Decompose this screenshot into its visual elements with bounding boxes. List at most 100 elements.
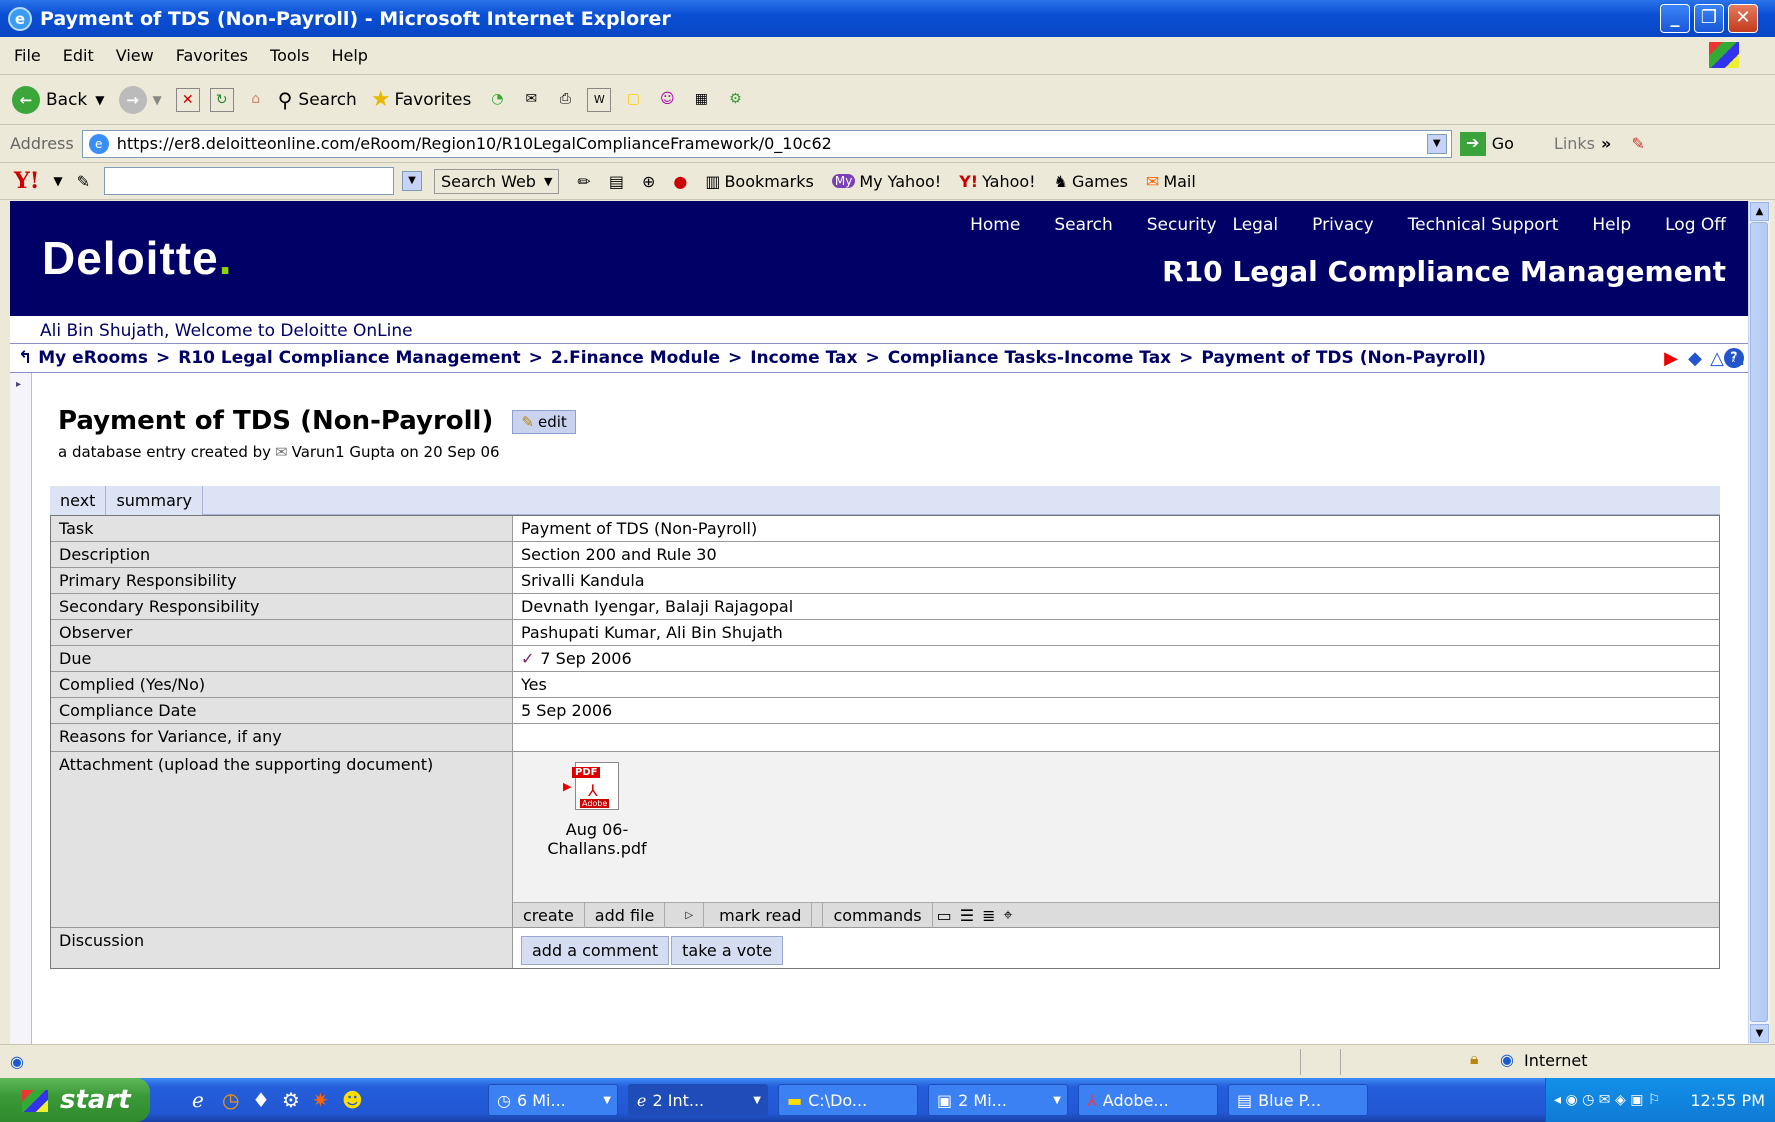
task-blue-p[interactable]: ▤ Blue P... — [1228, 1084, 1368, 1116]
maximize-button[interactable]: ❐ — [1694, 4, 1724, 33]
favorites-button[interactable]: ★ Favorites — [371, 87, 472, 112]
ie-quicklaunch-icon[interactable]: ℯ — [192, 1088, 204, 1112]
task-word[interactable]: ▣ 2 Mi... ▼ — [928, 1084, 1068, 1116]
expand-arrow-icon[interactable]: ▸ — [16, 379, 21, 390]
breadcrumb-room[interactable]: R10 Legal Compliance Management — [178, 348, 520, 368]
menu-edit[interactable]: Edit — [63, 46, 94, 65]
breadcrumb-my-erooms[interactable]: My eRooms — [38, 348, 148, 368]
menu-help[interactable]: Help — [331, 46, 367, 65]
file-name[interactable]: Aug 06- Challans.pdf — [547, 820, 647, 858]
nav-privacy[interactable]: Privacy — [1312, 215, 1374, 235]
back-button[interactable]: ← Back ▼ — [12, 85, 105, 114]
chevron-right-icon[interactable]: » — [1601, 134, 1611, 153]
globe-icon[interactable]: ⊕ — [642, 172, 655, 191]
messenger-icon[interactable]: ☺ — [655, 88, 679, 112]
edit-button[interactable]: ✎ edit — [512, 409, 576, 434]
stop-icon[interactable]: ✕ — [175, 87, 200, 112]
yahoo-button[interactable]: Y! Yahoo! — [959, 172, 1035, 191]
up-arrow-icon[interactable]: ↰ — [18, 348, 32, 368]
breadcrumb-finance-module[interactable]: 2.Finance Module — [551, 348, 720, 368]
tray-icons[interactable]: ◂ ◉ ◷ ✉ ◈ ▣ ⚐ — [1554, 1092, 1660, 1108]
lock-icon[interactable]: 🔒︎ — [1470, 1049, 1479, 1069]
nav-home[interactable]: Home — [970, 215, 1020, 235]
attachment-area[interactable]: ▶ PDF ⅄ Adobe Aug 06- Challans.pdf creat… — [513, 752, 1719, 928]
nav-legal[interactable]: Legal — [1233, 215, 1279, 235]
menu-view[interactable]: View — [116, 46, 154, 65]
search-dropdown-icon[interactable]: ▼ — [402, 171, 423, 191]
app-quicklaunch-icon[interactable]: ♦ — [252, 1088, 270, 1112]
search-button[interactable]: ⚲ Search — [278, 88, 357, 112]
detail-view-icon[interactable]: ≣ — [978, 903, 999, 928]
tab-summary[interactable]: summary — [106, 485, 203, 515]
deloitte-logo[interactable]: Deloitte. — [42, 231, 232, 285]
bug-quicklaunch-icon[interactable]: ✷ — [312, 1088, 329, 1112]
author-link[interactable]: Varun1 Gupta — [292, 443, 396, 461]
start-button[interactable]: start — [0, 1078, 150, 1122]
word-edit-icon[interactable]: W — [587, 87, 612, 112]
task-internet-explorer[interactable]: ℯ2 Int... ▼ — [628, 1084, 768, 1116]
layout-icon[interactable]: ▤ — [609, 172, 624, 191]
task-adobe[interactable]: ⅄ Adobe... — [1078, 1084, 1218, 1116]
scroll-up-icon[interactable]: ▲ — [1750, 202, 1769, 221]
notes-icon[interactable]: ▢ — [621, 88, 645, 112]
refresh-icon[interactable]: ↻ — [209, 87, 234, 112]
antispy-icon[interactable]: ● — [673, 172, 687, 191]
links-button[interactable]: Links — [1554, 134, 1595, 153]
add-comment-button[interactable]: add a comment — [521, 936, 670, 965]
mark-read-command[interactable]: ▷ mark read — [665, 902, 824, 928]
nav-search[interactable]: Search — [1054, 215, 1112, 235]
history-icon[interactable]: ◔ — [485, 88, 509, 112]
toolbar-extension-icon[interactable]: ✎ — [1631, 134, 1644, 153]
take-vote-button[interactable]: take a vote — [671, 936, 784, 965]
create-command[interactable]: create — [513, 902, 585, 928]
minimize-button[interactable]: _ — [1660, 4, 1690, 33]
scrollbar-thumb[interactable] — [1750, 222, 1768, 1022]
window-title-bar[interactable]: e Payment of TDS (Non-Payroll) - Microso… — [0, 0, 1775, 37]
nav-log-off[interactable]: Log Off — [1665, 215, 1726, 235]
tab-next[interactable]: next — [50, 485, 107, 515]
left-collapse-strip[interactable]: ▸ — [10, 373, 32, 1044]
commands-menu[interactable]: commands — [823, 902, 933, 928]
pdf-file-icon[interactable]: ▶ PDF ⅄ Adobe — [563, 762, 623, 818]
resize-icon[interactable]: ⌖ — [1000, 903, 1017, 928]
pencil-icon[interactable]: ✏ — [577, 172, 590, 191]
print-icon[interactable]: ⎙ — [553, 88, 577, 112]
clock-quicklaunch-icon[interactable]: ◷ — [222, 1088, 239, 1112]
yahoo-logo-icon[interactable]: Y! — [14, 168, 39, 194]
games-button[interactable]: ♞ Games — [1054, 172, 1128, 191]
menu-tools[interactable]: Tools — [270, 46, 309, 65]
highlighter-icon[interactable]: ✎ — [77, 172, 90, 191]
mail-icon[interactable]: ✉ — [519, 88, 543, 112]
forward-button[interactable]: → ▼ — [118, 85, 162, 114]
task-explorer[interactable]: ▬ C:\Do... — [778, 1084, 918, 1116]
nav-technical-support[interactable]: Technical Support — [1408, 215, 1559, 235]
scroll-down-icon[interactable]: ▼ — [1750, 1024, 1769, 1043]
play-arrow-icon[interactable]: ▶ — [1664, 348, 1678, 369]
nav-security[interactable]: Security — [1147, 215, 1217, 235]
menu-favorites[interactable]: Favorites — [176, 46, 248, 65]
user-icon[interactable]: ♙ — [1730, 349, 1746, 370]
clock[interactable]: 12:55 PM — [1690, 1091, 1765, 1110]
nav-help[interactable]: Help — [1592, 215, 1631, 235]
list-view-icon[interactable]: ☰ — [956, 903, 978, 928]
add-file-command[interactable]: add file — [585, 902, 666, 928]
task-outlook[interactable]: ◷ 6 Mi... ▼ — [488, 1084, 618, 1116]
chat-bubble-icon[interactable]: ◆ — [1688, 348, 1702, 369]
search-web-button[interactable]: Search Web ▼ — [434, 168, 560, 194]
bookmarks-button[interactable]: ▥ Bookmarks — [705, 172, 814, 191]
tools-icon[interactable]: ⚙ — [723, 88, 747, 112]
notify-icon[interactable]: △ — [1710, 348, 1724, 369]
address-dropdown-icon[interactable]: ▼ — [1426, 133, 1447, 154]
breadcrumb-compliance-tasks[interactable]: Compliance Tasks-Income Tax — [888, 348, 1171, 368]
menu-file[interactable]: File — [14, 46, 41, 65]
yahoo-search-input[interactable] — [104, 167, 395, 195]
envelope-icon[interactable]: ✉ — [275, 443, 288, 461]
close-button[interactable]: ✕ — [1728, 4, 1758, 33]
my-yahoo-button[interactable]: My My Yahoo! — [831, 172, 941, 191]
icon-view-icon[interactable]: ▭ — [933, 903, 956, 928]
mail-button[interactable]: ✉ Mail — [1146, 172, 1196, 191]
settings-quicklaunch-icon[interactable]: ⚙ — [282, 1088, 300, 1112]
breadcrumb-income-tax[interactable]: Income Tax — [750, 348, 857, 368]
address-input[interactable]: e https://er8.deloitteonline.com/eRoom/R… — [81, 129, 1452, 158]
home-icon[interactable]: ⌂ — [244, 88, 268, 112]
